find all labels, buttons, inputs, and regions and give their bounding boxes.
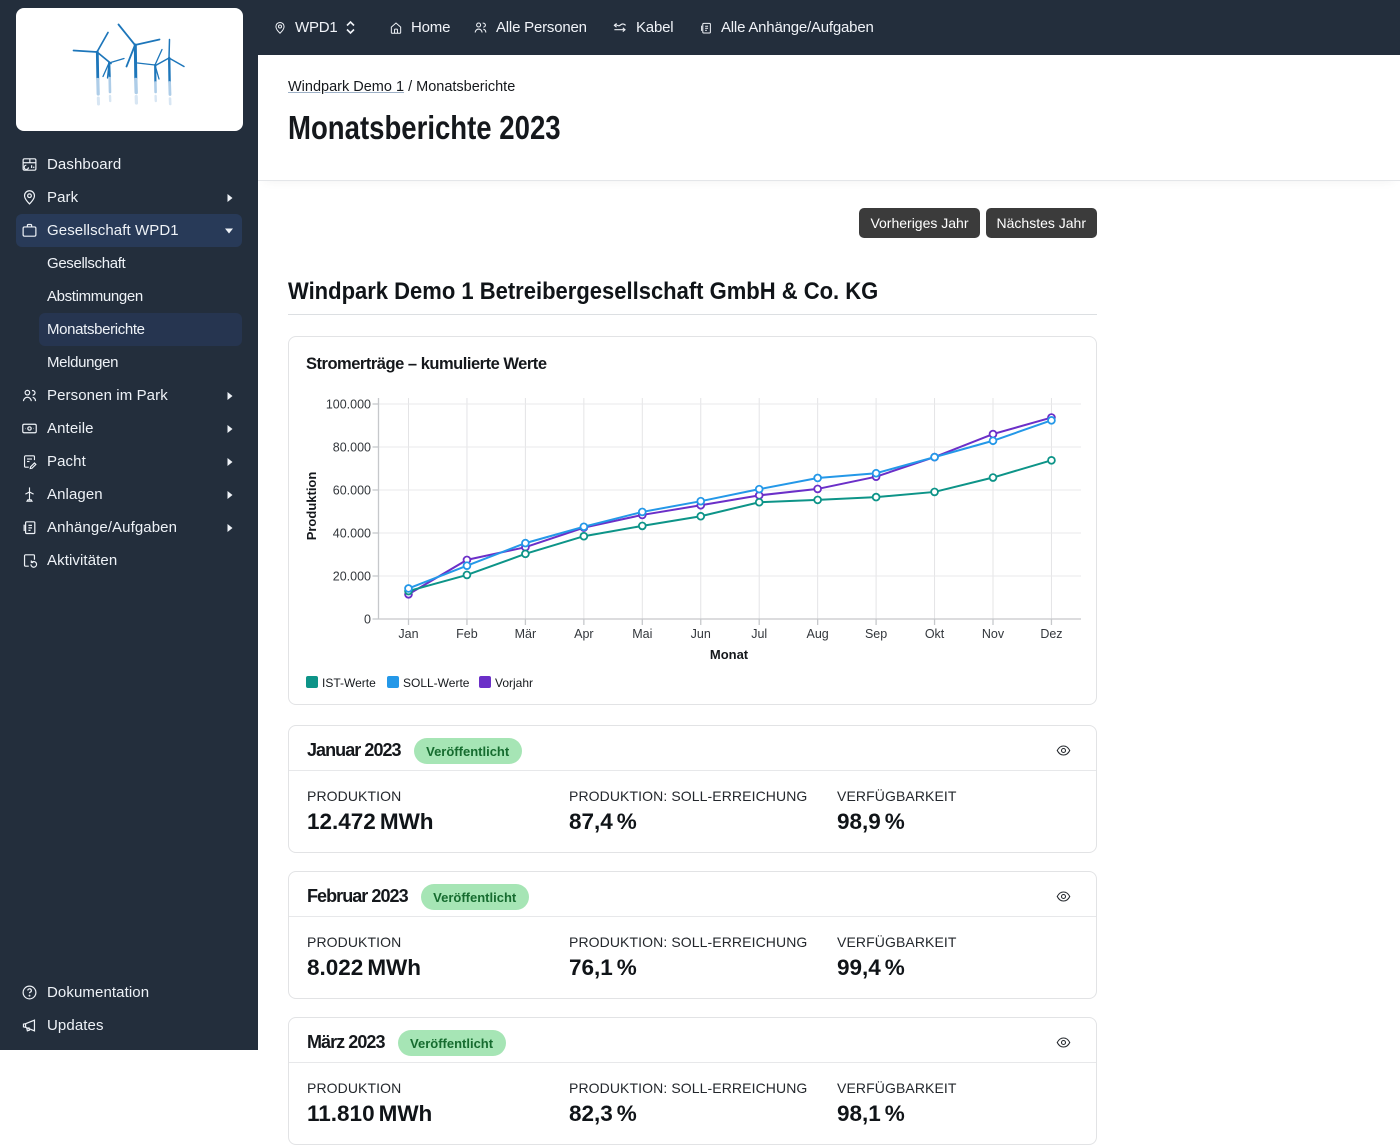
svg-text:Stromerträge – kumulierte Wert: Stromerträge – kumulierte Werte [306, 355, 547, 373]
svg-text:Apr: Apr [574, 627, 593, 641]
svg-text:100.000: 100.000 [326, 398, 371, 412]
svg-text:Vorjahr: Vorjahr [495, 676, 533, 690]
svg-text:Jan: Jan [398, 627, 418, 641]
svg-text:80.000: 80.000 [333, 441, 371, 455]
svg-text:0: 0 [364, 613, 371, 627]
svg-text:Produktion: Produktion [304, 472, 319, 541]
svg-text:Okt: Okt [925, 627, 945, 641]
svg-text:Dez: Dez [1040, 627, 1062, 641]
svg-text:Jun: Jun [691, 627, 711, 641]
svg-text:20.000: 20.000 [333, 570, 371, 584]
svg-text:Feb: Feb [456, 627, 478, 641]
svg-text:Nov: Nov [982, 627, 1005, 641]
svg-text:Monat: Monat [710, 647, 749, 662]
svg-text:Mai: Mai [632, 627, 652, 641]
svg-text:Sep: Sep [865, 627, 887, 641]
svg-text:60.000: 60.000 [333, 484, 371, 498]
svg-text:Mär: Mär [515, 627, 537, 641]
svg-text:IST-Werte: IST-Werte [322, 676, 376, 690]
svg-text:SOLL-Werte: SOLL-Werte [403, 676, 470, 690]
svg-text:Jul: Jul [751, 627, 767, 641]
svg-text:40.000: 40.000 [333, 527, 371, 541]
svg-text:Aug: Aug [807, 627, 829, 641]
